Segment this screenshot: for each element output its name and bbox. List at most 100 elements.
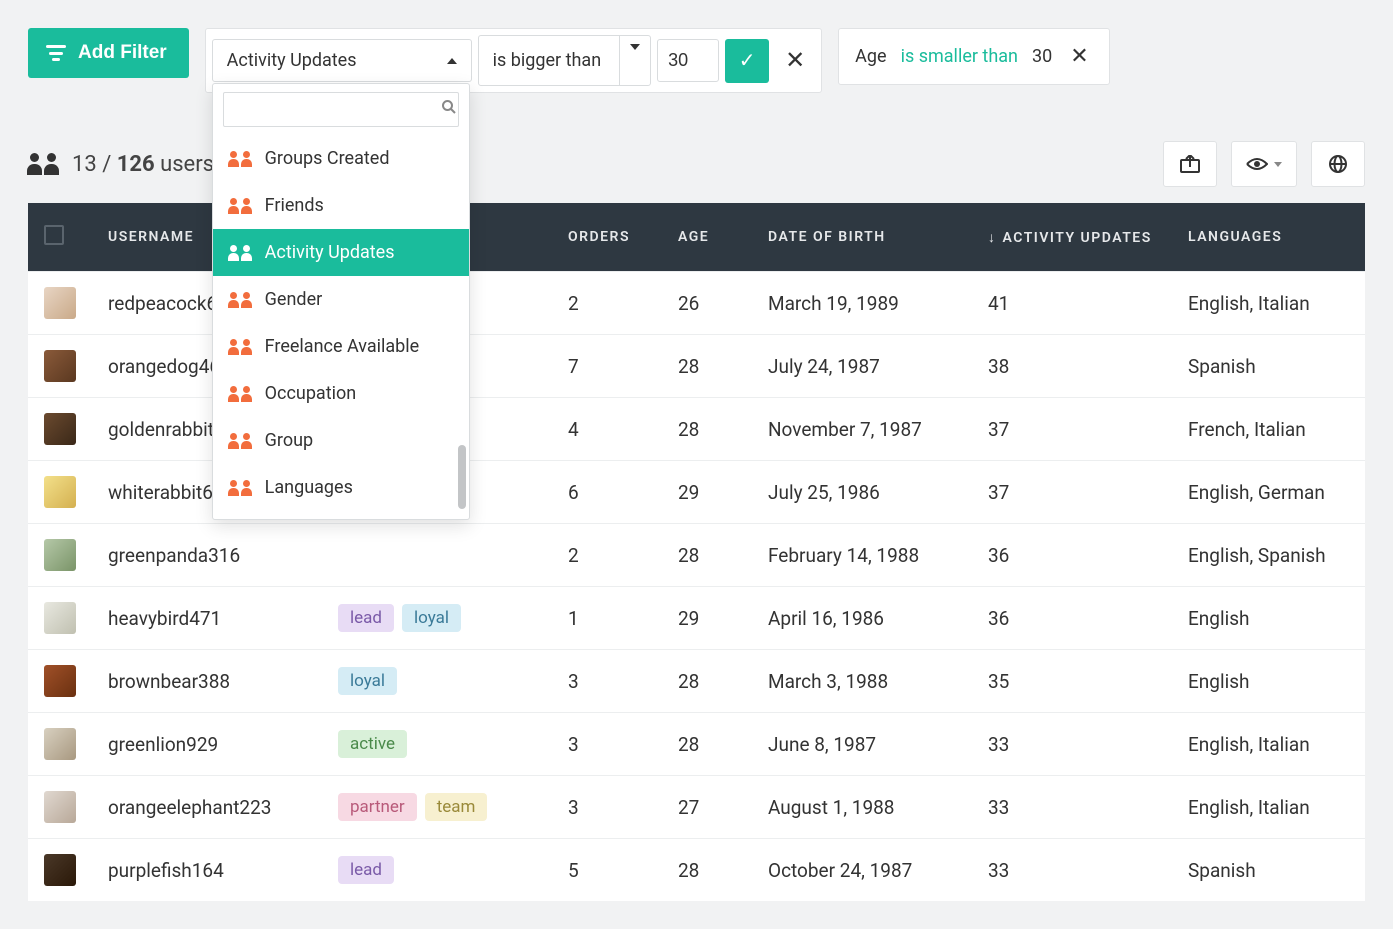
globe-button[interactable] bbox=[1311, 141, 1365, 187]
cell-dob: July 24, 1987 bbox=[752, 335, 972, 398]
cell-activity: 36 bbox=[972, 587, 1172, 650]
cell-orders: 1 bbox=[552, 587, 662, 650]
dropdown-search-input[interactable] bbox=[234, 101, 441, 119]
add-filter-label: Add Filter bbox=[78, 42, 167, 64]
dropdown-item-label: Activity Updates bbox=[265, 242, 395, 263]
avatar bbox=[44, 287, 76, 319]
cell-languages: English, Italian bbox=[1172, 776, 1365, 839]
header-checkbox[interactable] bbox=[28, 203, 92, 272]
visibility-button[interactable] bbox=[1231, 141, 1297, 187]
avatar bbox=[44, 665, 76, 697]
cell-tags: leadloyal bbox=[322, 587, 552, 650]
cell-username: brownbear388 bbox=[92, 650, 322, 713]
cell-dob: July 25, 1986 bbox=[752, 461, 972, 524]
people-icon bbox=[229, 480, 251, 496]
cell-tags: loyal bbox=[322, 650, 552, 713]
dropdown-item[interactable]: Languages bbox=[213, 464, 469, 511]
chip-remove-button[interactable]: ✕ bbox=[1066, 44, 1092, 69]
cell-activity: 35 bbox=[972, 650, 1172, 713]
cell-activity: 33 bbox=[972, 839, 1172, 902]
cell-activity: 33 bbox=[972, 713, 1172, 776]
chevron-down-icon bbox=[630, 44, 640, 71]
avatar bbox=[44, 791, 76, 823]
cell-dob: March 19, 1989 bbox=[752, 272, 972, 335]
filter-apply-button[interactable]: ✓ bbox=[725, 39, 769, 83]
chevron-up-icon bbox=[447, 58, 457, 64]
check-icon: ✓ bbox=[739, 48, 756, 73]
chevron-down-icon bbox=[1274, 162, 1282, 167]
cell-username: greenlion929 bbox=[92, 713, 322, 776]
cell-age: 26 bbox=[662, 272, 752, 335]
export-icon bbox=[1180, 155, 1200, 173]
cell-tags bbox=[322, 524, 552, 587]
applied-filter-chip[interactable]: Age is smaller than 30 ✕ bbox=[838, 28, 1109, 85]
dropdown-item-label: Gender bbox=[265, 289, 323, 310]
cell-dob: April 16, 1986 bbox=[752, 587, 972, 650]
people-icon bbox=[229, 386, 251, 402]
cell-age: 27 bbox=[662, 776, 752, 839]
add-filter-button[interactable]: Add Filter bbox=[28, 28, 189, 78]
avatar bbox=[44, 476, 76, 508]
cell-orders: 3 bbox=[552, 650, 662, 713]
table-row[interactable]: brownbear388loyal328March 3, 198835Engli… bbox=[28, 650, 1365, 713]
filter-cancel-button[interactable]: ✕ bbox=[775, 39, 815, 83]
filter-operator-dropdown[interactable]: is bigger than bbox=[478, 35, 651, 86]
cell-activity: 37 bbox=[972, 461, 1172, 524]
table-row[interactable]: greenpanda316228February 14, 198836Engli… bbox=[28, 524, 1365, 587]
dropdown-item-label: Group bbox=[265, 430, 313, 451]
dropdown-item[interactable]: Gender bbox=[213, 276, 469, 323]
cell-orders: 3 bbox=[552, 776, 662, 839]
filter-value-input[interactable] bbox=[657, 39, 719, 82]
cell-languages: Spanish bbox=[1172, 335, 1365, 398]
cell-orders: 4 bbox=[552, 398, 662, 461]
tag-pill: loyal bbox=[338, 667, 397, 695]
cell-languages: English bbox=[1172, 650, 1365, 713]
table-row[interactable]: greenlion929active328June 8, 198733Engli… bbox=[28, 713, 1365, 776]
cell-activity: 33 bbox=[972, 776, 1172, 839]
people-icon bbox=[229, 433, 251, 449]
people-icon bbox=[229, 198, 251, 214]
export-button[interactable] bbox=[1163, 141, 1217, 187]
table-row[interactable]: heavybird471leadloyal129April 16, 198636… bbox=[28, 587, 1365, 650]
dropdown-item[interactable]: Group bbox=[213, 417, 469, 464]
dropdown-item[interactable]: Groups Created bbox=[213, 135, 469, 182]
dropdown-item-label: Freelance Available bbox=[265, 336, 420, 357]
filter-operator-value: is bigger than bbox=[493, 50, 601, 71]
avatar bbox=[44, 539, 76, 571]
cell-languages: English, Italian bbox=[1172, 713, 1365, 776]
dropdown-item[interactable]: Freelance Available bbox=[213, 323, 469, 370]
tag-pill: lead bbox=[338, 604, 394, 632]
header-languages[interactable]: LANGUAGES bbox=[1172, 203, 1365, 272]
header-dob[interactable]: DATE OF BIRTH bbox=[752, 203, 972, 272]
dropdown-item[interactable]: Occupation bbox=[213, 370, 469, 417]
table-row[interactable]: purplefish164lead528October 24, 198733Sp… bbox=[28, 839, 1365, 902]
cell-tags: partnerteam bbox=[322, 776, 552, 839]
count-filtered: 13 bbox=[72, 152, 97, 177]
cell-dob: June 8, 1987 bbox=[752, 713, 972, 776]
eye-icon bbox=[1246, 157, 1268, 171]
cell-languages: Spanish bbox=[1172, 839, 1365, 902]
header-orders[interactable]: ORDERS bbox=[552, 203, 662, 272]
cell-age: 28 bbox=[662, 713, 752, 776]
filter-field-value: Activity Updates bbox=[227, 50, 357, 71]
dropdown-search bbox=[223, 92, 459, 127]
header-activity-label: ACTIVITY UPDATES bbox=[1003, 230, 1152, 246]
cell-activity: 37 bbox=[972, 398, 1172, 461]
avatar bbox=[44, 350, 76, 382]
dropdown-item[interactable]: Activity Updates bbox=[213, 229, 469, 276]
people-icon bbox=[229, 245, 251, 261]
chip-operator: is smaller than bbox=[901, 46, 1018, 67]
filter-field-dropdown-panel: Groups CreatedFriends Activity Updates Gen… bbox=[212, 83, 470, 520]
cell-age: 28 bbox=[662, 524, 752, 587]
table-row[interactable]: orangeelephant223partnerteam327August 1,… bbox=[28, 776, 1365, 839]
avatar bbox=[44, 728, 76, 760]
header-activity[interactable]: ↓ACTIVITY UPDATES bbox=[972, 203, 1172, 272]
cell-orders: 3 bbox=[552, 713, 662, 776]
cell-languages: English bbox=[1172, 587, 1365, 650]
cell-tags: active bbox=[322, 713, 552, 776]
cell-languages: English, German bbox=[1172, 461, 1365, 524]
filter-field-dropdown[interactable]: Activity Updates bbox=[212, 39, 472, 82]
dropdown-item[interactable]: Friends bbox=[213, 182, 469, 229]
header-age[interactable]: AGE bbox=[662, 203, 752, 272]
dropdown-scrollbar[interactable] bbox=[458, 445, 466, 509]
